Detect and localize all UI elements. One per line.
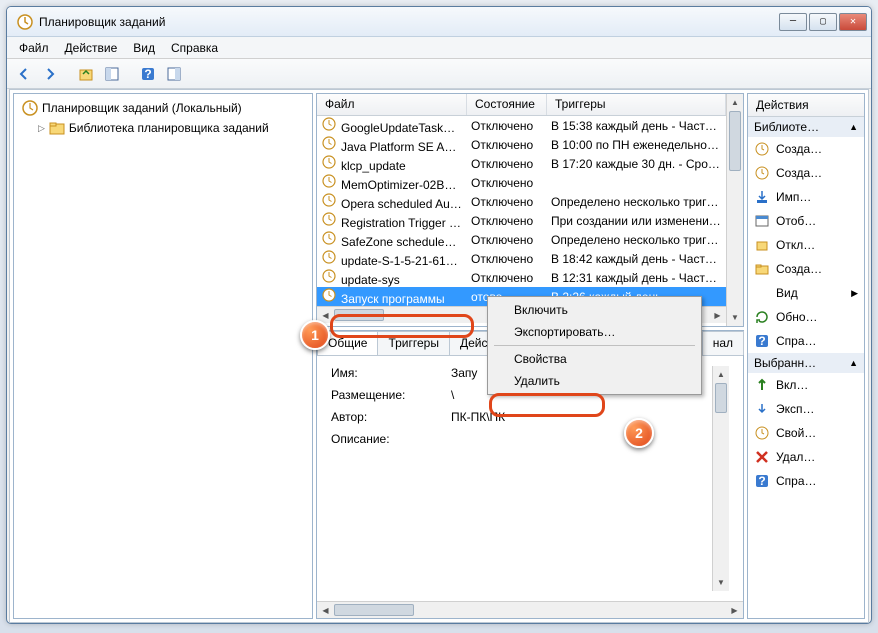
layout-button[interactable] — [163, 63, 185, 85]
callout-2: 2 — [624, 418, 654, 448]
grid-header: Файл Состояние Триггеры — [317, 94, 726, 116]
pane-button[interactable] — [101, 63, 123, 85]
app-window: Планировщик заданий ─ ▢ ✕ Файл Действие … — [6, 6, 872, 624]
new-task-icon — [754, 141, 770, 157]
tab-history[interactable]: нал — [702, 331, 744, 355]
action-help[interactable]: ?Спра… — [748, 329, 864, 353]
tree-child[interactable]: ▷ Библиотека планировщика заданий — [18, 118, 308, 138]
content-area: Планировщик заданий (Локальный) ▷ Библио… — [9, 89, 869, 623]
show-icon — [754, 213, 770, 229]
actions-header: Действия — [748, 94, 864, 117]
task-row[interactable]: SafeZone scheduled…ОтключеноОпределено н… — [317, 230, 726, 249]
new-task-icon — [754, 165, 770, 181]
maximize-button[interactable]: ▢ — [809, 13, 837, 31]
action-view[interactable]: Вид▶ — [748, 281, 864, 305]
folder-icon — [754, 261, 770, 277]
menu-view[interactable]: Вид — [125, 39, 163, 57]
action-folder[interactable]: Созда… — [748, 257, 864, 281]
expand-icon[interactable]: ▷ — [38, 123, 45, 134]
tree-root[interactable]: Планировщик заданий (Локальный) — [18, 98, 308, 118]
details-h-scrollbar[interactable]: ◀▶ — [317, 601, 743, 618]
ctx-separator — [494, 345, 695, 346]
svg-text:?: ? — [144, 67, 151, 81]
actions-panel: Действия Библиоте…▲ Созда…Созда…Имп…Отоб… — [747, 93, 865, 619]
location-label: Размещение: — [331, 388, 451, 402]
window-title: Планировщик заданий — [39, 15, 779, 29]
desc-label: Описание: — [331, 432, 451, 446]
enable-icon — [754, 377, 770, 393]
action-group-selected[interactable]: Выбранн…▲ — [748, 353, 864, 373]
help-icon: ? — [754, 333, 770, 349]
delete-icon — [754, 449, 770, 465]
task-row[interactable]: Registration Trigger …ОтключеноПри созда… — [317, 211, 726, 230]
details-scrollbar[interactable]: ▲▼ — [712, 366, 729, 591]
col-triggers[interactable]: Триггеры — [547, 94, 726, 115]
window-buttons: ─ ▢ ✕ — [779, 13, 867, 31]
action-enable[interactable]: Вкл… — [748, 373, 864, 397]
author-label: Автор: — [331, 410, 451, 424]
ctx-export[interactable]: Экспортировать… — [490, 321, 699, 343]
col-name[interactable]: Файл — [317, 94, 467, 115]
col-state[interactable]: Состояние — [467, 94, 547, 115]
task-row[interactable]: MemOptimizer-02B…Отключено — [317, 173, 726, 192]
disable-icon — [754, 237, 770, 253]
task-row[interactable]: klcp_updateОтключеноВ 17:20 каждые 30 дн… — [317, 154, 726, 173]
tab-triggers[interactable]: Триггеры — [377, 331, 450, 355]
menu-action[interactable]: Действие — [57, 39, 126, 57]
v-scrollbar[interactable]: ▲▼ — [726, 94, 743, 326]
action-props[interactable]: Свой… — [748, 421, 864, 445]
ctx-properties[interactable]: Свойства — [490, 348, 699, 370]
middle-panel: Файл Состояние Триггеры GoogleUpdateTask… — [316, 93, 744, 619]
svg-text:?: ? — [758, 474, 765, 488]
forward-button[interactable] — [39, 63, 61, 85]
import-icon — [754, 189, 770, 205]
task-grid: Файл Состояние Триггеры GoogleUpdateTask… — [316, 93, 744, 327]
task-row[interactable]: update-S-1-5-21-61…ОтключеноВ 18:42 кажд… — [317, 249, 726, 268]
minimize-button[interactable]: ─ — [779, 13, 807, 31]
action-new-task[interactable]: Созда… — [748, 161, 864, 185]
task-row[interactable]: GoogleUpdateTask…ОтключеноВ 15:38 каждый… — [317, 116, 726, 135]
titlebar[interactable]: Планировщик заданий ─ ▢ ✕ — [7, 7, 871, 37]
action-export[interactable]: Эксп… — [748, 397, 864, 421]
name-label: Имя: — [331, 366, 451, 380]
export-icon — [754, 401, 770, 417]
menu-file[interactable]: Файл — [11, 39, 57, 57]
help-icon: ? — [754, 473, 770, 489]
help-button[interactable]: ? — [137, 63, 159, 85]
back-button[interactable] — [13, 63, 35, 85]
app-icon — [17, 14, 33, 30]
action-group-library[interactable]: Библиоте…▲ — [748, 117, 864, 137]
desc-value — [451, 432, 706, 446]
ctx-enable[interactable]: Включить — [490, 299, 699, 321]
action-new-task[interactable]: Созда… — [748, 137, 864, 161]
tree-root-label: Планировщик заданий (Локальный) — [42, 101, 242, 115]
task-row[interactable]: Opera scheduled Au…ОтключеноОпределено н… — [317, 192, 726, 211]
context-menu: Включить Экспортировать… Свойства Удалит… — [487, 296, 702, 395]
action-show[interactable]: Отоб… — [748, 209, 864, 233]
view-icon — [754, 285, 770, 301]
action-disable[interactable]: Откл… — [748, 233, 864, 257]
action-help[interactable]: ?Спра… — [748, 469, 864, 493]
close-button[interactable]: ✕ — [839, 13, 867, 31]
toolbar: ? — [7, 59, 871, 89]
up-button[interactable] — [75, 63, 97, 85]
menubar: Файл Действие Вид Справка — [7, 37, 871, 59]
menu-help[interactable]: Справка — [163, 39, 226, 57]
author-value: ПК-ПК\ПК — [451, 410, 706, 424]
action-delete[interactable]: Удал… — [748, 445, 864, 469]
task-row[interactable]: Java Platform SE Au…ОтключеноВ 10:00 по … — [317, 135, 726, 154]
props-icon — [754, 425, 770, 441]
svg-text:?: ? — [758, 334, 765, 348]
refresh-icon — [754, 309, 770, 325]
ctx-delete[interactable]: Удалить — [490, 370, 699, 392]
action-refresh[interactable]: Обно… — [748, 305, 864, 329]
tree-child-label: Библиотека планировщика заданий — [69, 121, 269, 135]
callout-1: 1 — [300, 320, 330, 350]
task-row[interactable]: update-sysОтключеноВ 12:31 каждый день -… — [317, 268, 726, 287]
action-import[interactable]: Имп… — [748, 185, 864, 209]
tree-panel: Планировщик заданий (Локальный) ▷ Библио… — [13, 93, 313, 619]
